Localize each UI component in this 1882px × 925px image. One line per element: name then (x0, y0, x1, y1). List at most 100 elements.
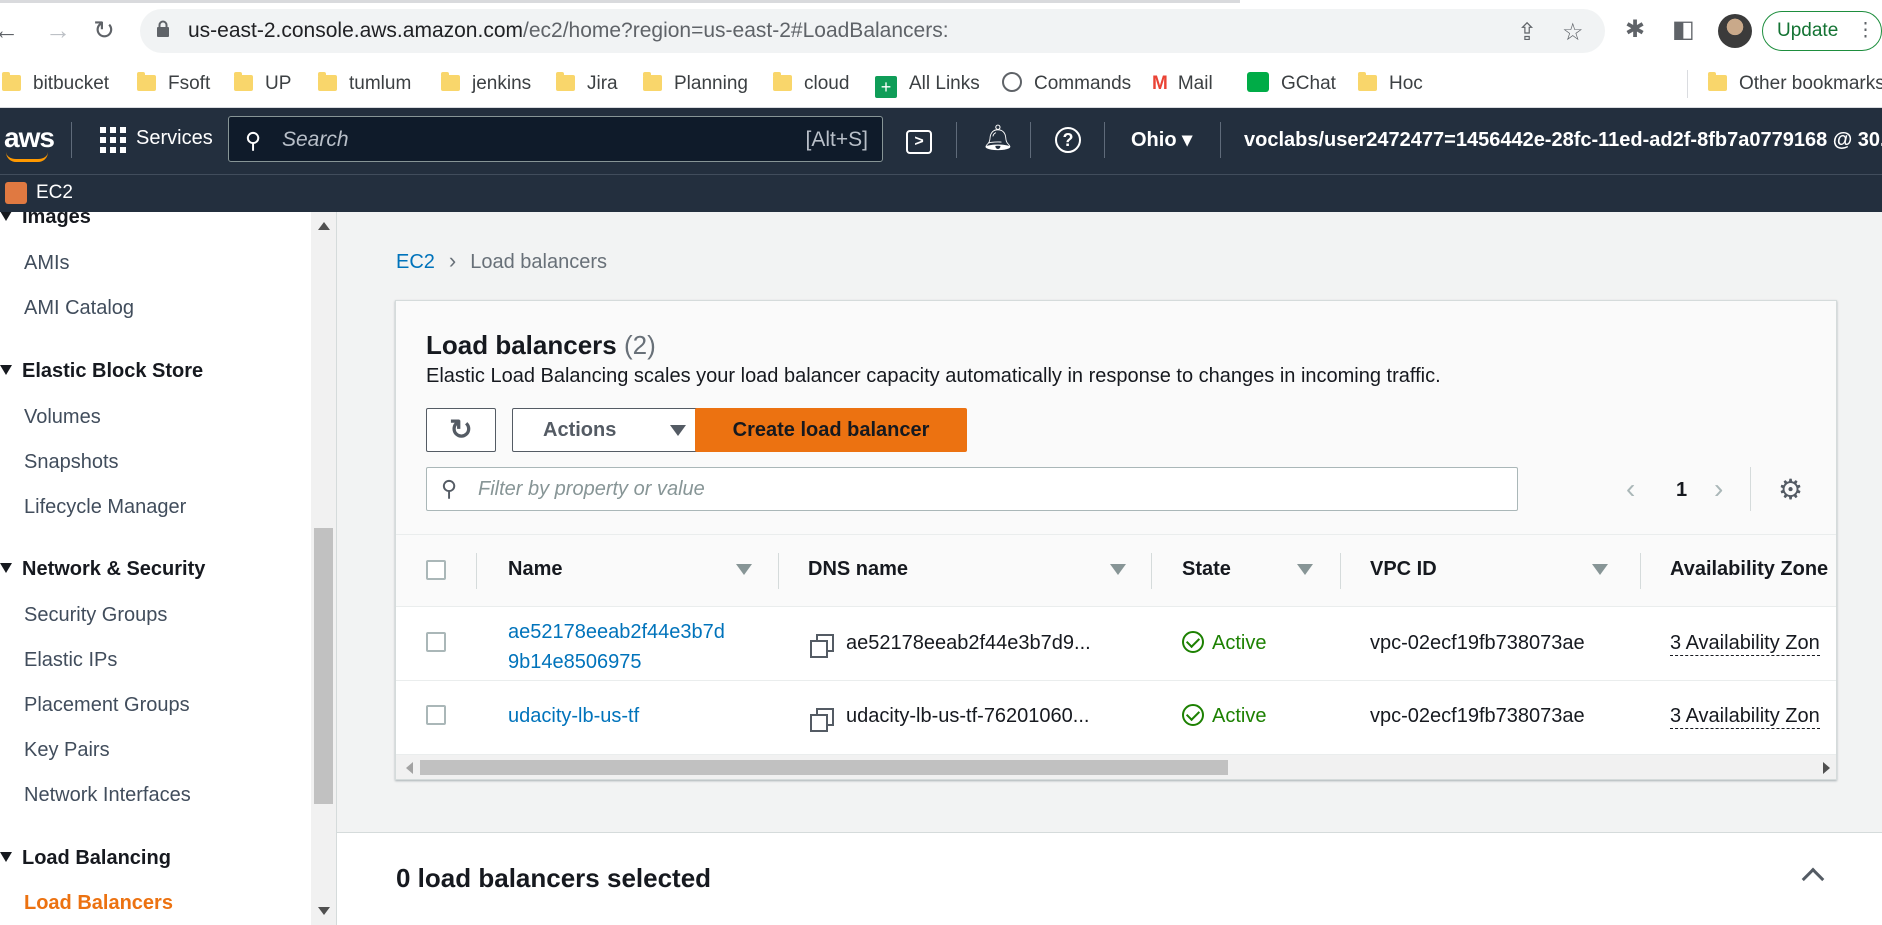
sidebar-item-placement-groups[interactable]: Placement Groups (24, 694, 190, 717)
reload-icon[interactable]: ↻ (88, 14, 120, 46)
row-checkbox[interactable] (426, 632, 446, 652)
bookmark-gchat[interactable]: GChat (1247, 68, 1336, 100)
bookmark-bitbucket[interactable]: bitbucket (2, 68, 109, 100)
sort-icon[interactable] (1110, 564, 1126, 575)
share-icon[interactable]: ⇪ (1517, 18, 1537, 47)
select-all-checkbox[interactable] (426, 560, 446, 580)
sort-icon[interactable] (1592, 564, 1608, 575)
sidebar-item-security-groups[interactable]: Security Groups (24, 604, 167, 627)
breadcrumb: EC2 › Load balancers (396, 248, 607, 274)
breadcrumb-ec2[interactable]: EC2 (396, 251, 435, 273)
scroll-down-arrow-icon[interactable] (318, 907, 330, 915)
address-bar[interactable]: us-east-2.console.aws.amazon.com/ec2/hom… (140, 9, 1605, 53)
sidebar-section-images[interactable]: Images (0, 212, 91, 229)
extensions-icon[interactable]: ✱ (1625, 15, 1645, 44)
load-balancer-name-link[interactable]: ae52178eeab2f44e3b7d 9b14e8506975 (508, 617, 725, 677)
sidebar-section-load-balancing[interactable]: Load Balancing (0, 847, 171, 870)
bookmarks-divider (1687, 70, 1688, 98)
star-icon[interactable]: ☆ (1562, 18, 1584, 47)
column-header-dns-name[interactable]: DNS name (808, 558, 908, 581)
bookmark-hoc[interactable]: Hoc (1358, 68, 1423, 100)
sidebar-item-volumes[interactable]: Volumes (24, 406, 101, 429)
folder-icon (441, 72, 460, 91)
sidebar-item-elastic-ips[interactable]: Elastic IPs (24, 649, 117, 672)
forward-arrow-icon[interactable]: → (42, 14, 74, 46)
back-arrow-icon[interactable]: ← (0, 14, 22, 46)
bookmark-fsoft[interactable]: Fsoft (137, 68, 210, 100)
row-checkbox[interactable] (426, 705, 446, 725)
bookmark-mail[interactable]: M Mail (1152, 68, 1213, 100)
copy-icon[interactable] (810, 634, 834, 658)
bookmark-all-links[interactable]: + All Links (875, 68, 980, 100)
help-icon[interactable]: ? (1055, 124, 1081, 153)
create-load-balancer-button[interactable]: Create load balancer (695, 408, 967, 452)
bookmark-planning[interactable]: Planning (643, 68, 748, 100)
scrollbar-thumb[interactable] (314, 528, 333, 804)
sidebar-item-ami-catalog[interactable]: AMI Catalog (24, 297, 134, 320)
load-balancer-name-link[interactable]: udacity-lb-us-tf (508, 705, 639, 728)
next-page-icon[interactable]: › (1714, 473, 1723, 505)
bookmark-jenkins[interactable]: jenkins (441, 68, 531, 100)
chevron-up-icon[interactable] (1801, 867, 1825, 891)
search-placeholder: Search (282, 128, 349, 151)
scroll-right-arrow-icon[interactable] (1823, 762, 1830, 774)
availability-zones[interactable]: 3 Availability Zon (1670, 632, 1820, 656)
bookmark-up[interactable]: UP (234, 68, 291, 100)
bookmark-tumlum[interactable]: tumlum (318, 68, 411, 100)
sidebar-item-lifecycle-manager[interactable]: Lifecycle Manager (24, 496, 186, 519)
refresh-icon: ↻ (449, 414, 473, 445)
side-panel-icon[interactable]: ◧ (1672, 15, 1695, 44)
scrollbar-thumb[interactable] (420, 760, 1228, 775)
column-header-name[interactable]: Name (508, 558, 562, 581)
copy-icon[interactable] (810, 708, 834, 732)
refresh-button[interactable]: ↻ (426, 408, 496, 452)
bookmark-commands[interactable]: Commands (1002, 68, 1131, 100)
sort-icon[interactable] (736, 564, 752, 575)
filter-input[interactable]: ⚲ Filter by property or value (426, 467, 1518, 511)
table-row[interactable]: ae52178eeab2f44e3b7d 9b14e8506975 ae52178… (396, 607, 1836, 681)
caret-down-icon (0, 852, 12, 862)
column-divider (476, 553, 477, 589)
sidebar-item-amis[interactable]: AMIs (24, 252, 70, 275)
sidebar-item-network-interfaces[interactable]: Network Interfaces (24, 784, 191, 807)
table-horizontal-scrollbar[interactable] (396, 755, 1836, 779)
aws-search-input[interactable]: ⚲ Search [Alt+S] (228, 116, 883, 162)
table-header-area: Load balancers (2) Elastic Load Balancin… (396, 301, 1836, 535)
sidebar-section-network-security[interactable]: Network & Security (0, 558, 205, 581)
bookmark-jira[interactable]: Jira (556, 68, 618, 100)
cloudshell-icon[interactable]: > (906, 124, 932, 154)
sidebar-item-snapshots[interactable]: Snapshots (24, 451, 119, 474)
column-divider (1340, 553, 1341, 589)
column-header-availability-zones[interactable]: Availability Zone (1670, 558, 1828, 581)
page-title: Load balancers (2) (426, 330, 656, 360)
update-button[interactable]: Update ⋮ (1762, 11, 1882, 51)
account-menu[interactable]: voclabs/user2472477=1456442e-28fc-11ed-a… (1244, 127, 1882, 152)
table-row[interactable]: udacity-lb-us-tf udacity-lb-us-tf-762010… (396, 681, 1836, 755)
profile-avatar[interactable] (1718, 14, 1752, 48)
column-header-vpc-id[interactable]: VPC ID (1370, 558, 1437, 581)
page-number[interactable]: 1 (1676, 479, 1687, 502)
sidebar-section-ebs[interactable]: Elastic Block Store (0, 360, 203, 383)
chevron-right-icon: › (448, 248, 457, 273)
folder-icon (234, 72, 253, 91)
scroll-up-arrow-icon[interactable] (318, 222, 330, 230)
notifications-bell-icon[interactable]: 🔔︎ (982, 124, 1014, 153)
sidebar-scrollbar[interactable] (311, 212, 336, 925)
availability-zones[interactable]: 3 Availability Zon (1670, 705, 1820, 729)
sidebar-item-load-balancers[interactable]: Load Balancers (24, 892, 173, 915)
vpc-id: vpc-02ecf19fb738073ae (1370, 705, 1585, 727)
services-menu[interactable]: Services (136, 127, 213, 150)
actions-dropdown[interactable]: Actions (512, 408, 712, 452)
sidebar-item-key-pairs[interactable]: Key Pairs (24, 739, 110, 762)
scroll-left-arrow-icon[interactable] (406, 762, 413, 774)
services-grid-icon[interactable] (100, 127, 126, 153)
gear-icon[interactable]: ⚙ (1778, 473, 1803, 506)
more-icon[interactable]: ⋮ (1856, 12, 1875, 50)
sort-icon[interactable] (1297, 564, 1313, 575)
service-favorite-ec2[interactable]: EC2 (36, 182, 73, 204)
region-selector[interactable]: Ohio ▾ (1131, 127, 1192, 152)
bookmark-other[interactable]: Other bookmarks (1708, 68, 1882, 100)
previous-page-icon[interactable]: ‹ (1626, 473, 1635, 505)
bookmark-cloud[interactable]: cloud (773, 68, 849, 100)
column-header-state[interactable]: State (1182, 558, 1231, 581)
